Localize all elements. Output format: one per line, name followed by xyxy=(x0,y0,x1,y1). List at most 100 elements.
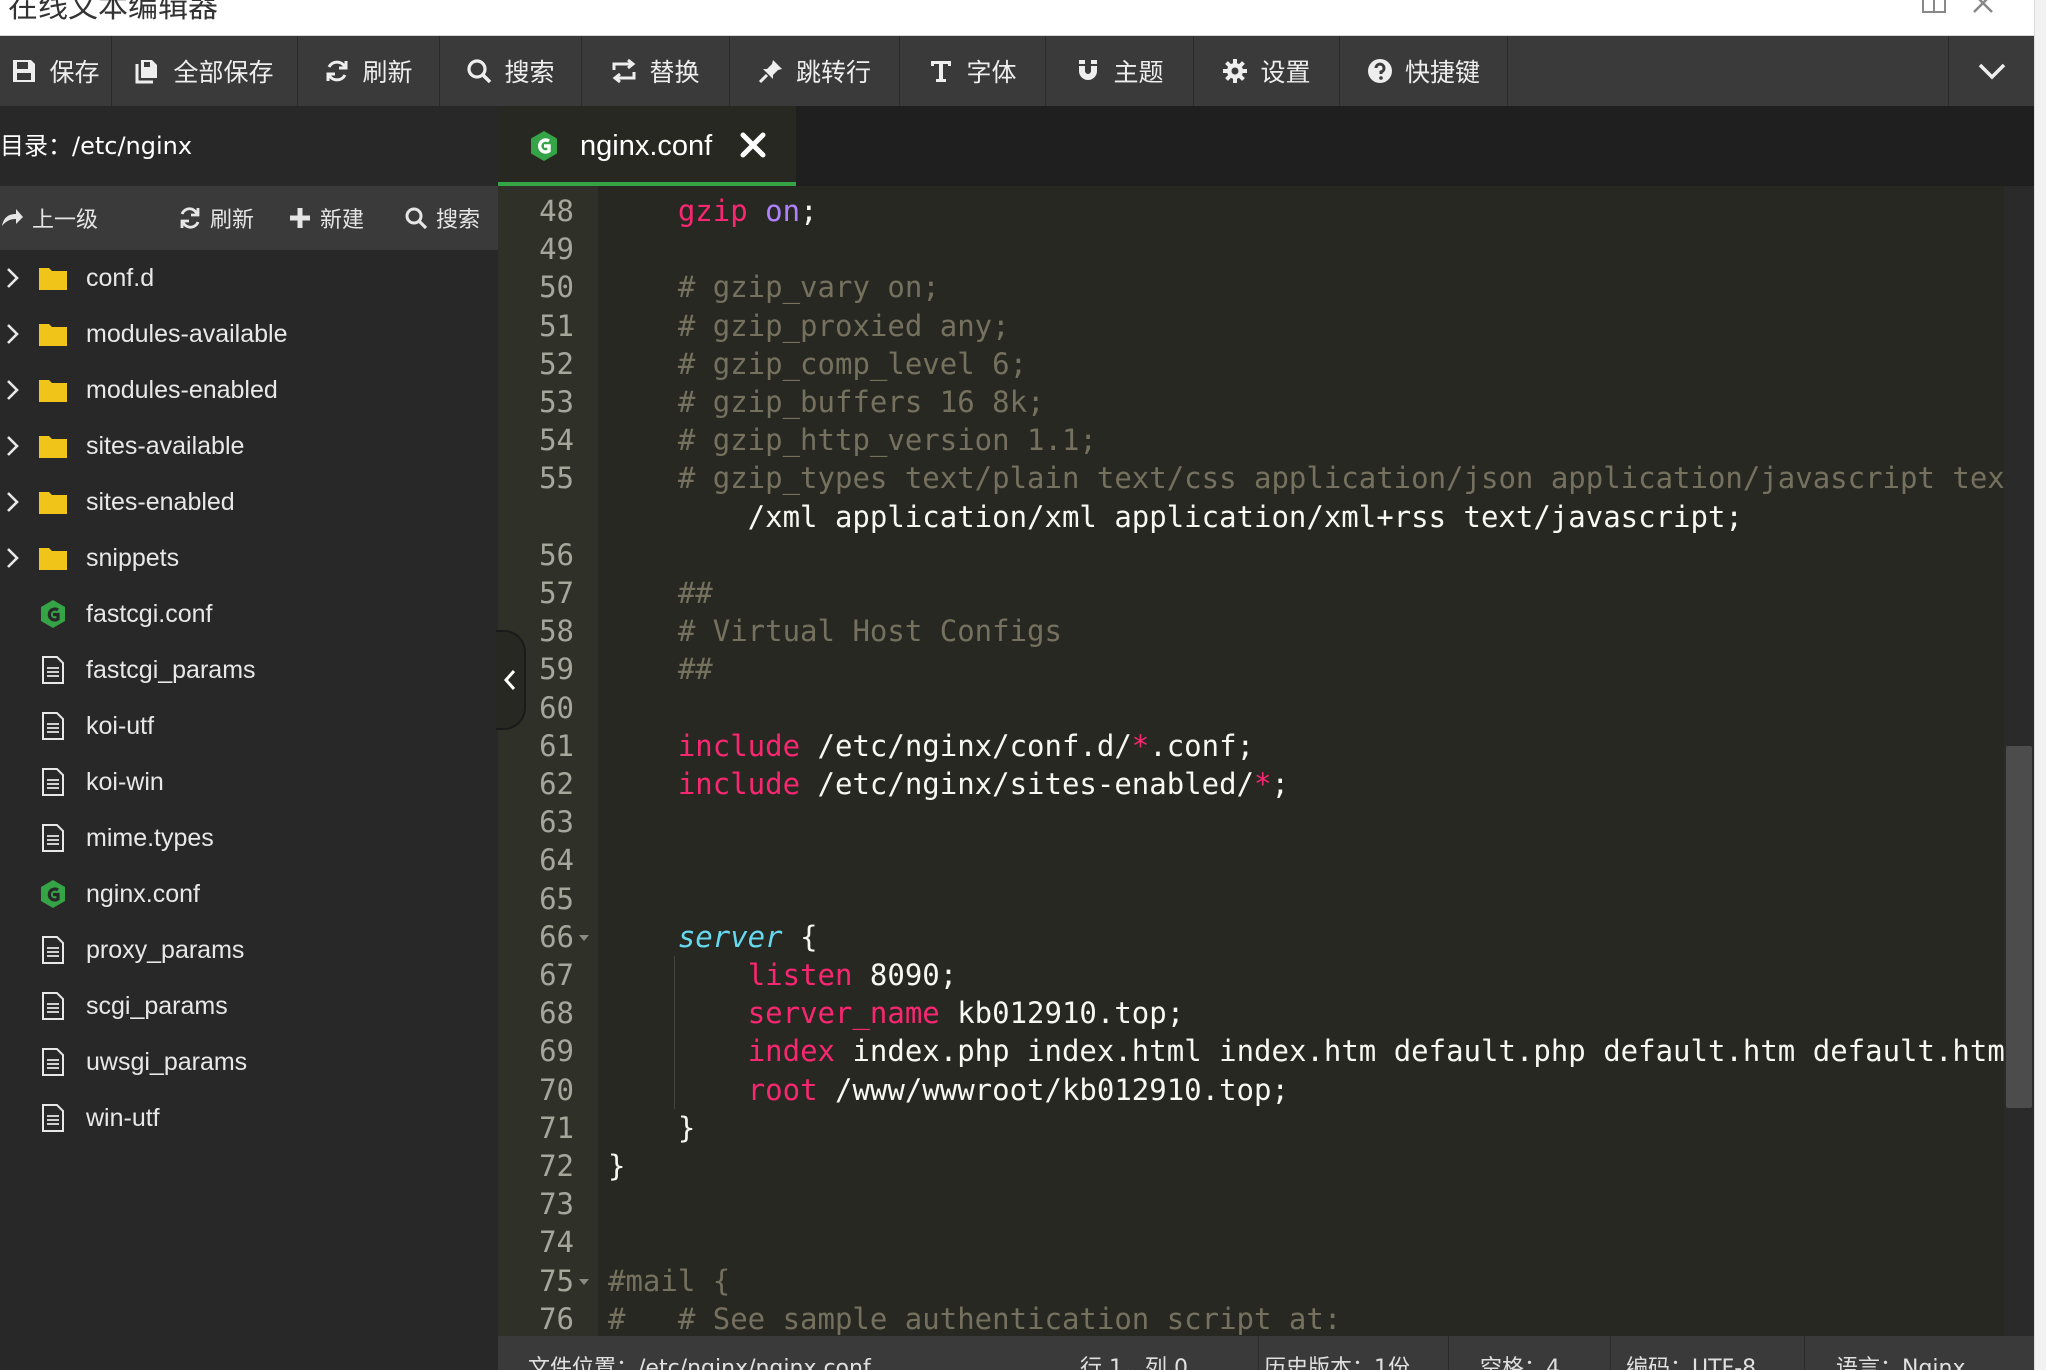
directory-path: 目录：/etc/nginx xyxy=(0,132,193,160)
font-button[interactable]: 字体 xyxy=(900,36,1046,106)
code-line[interactable]: 75 #mail { xyxy=(498,1262,2004,1300)
chevron-right-icon[interactable] xyxy=(2,378,24,402)
code-line[interactable]: 61 include /etc/nginx/conf.d/*.conf; xyxy=(498,727,2004,765)
tab-nginx-conf[interactable]: nginx.conf xyxy=(498,106,796,186)
tree-item-label: proxy_params xyxy=(86,936,245,964)
code-line[interactable]: 49 xyxy=(498,230,2004,268)
line-number: 61 xyxy=(539,728,574,763)
tree-item-win-utf[interactable]: win-utf xyxy=(0,1090,498,1146)
code-line[interactable]: 55 # gzip_types text/plain text/css appl… xyxy=(498,459,2004,497)
code-line[interactable]: 50 # gzip_vary on; xyxy=(498,268,2004,306)
sidebar-refresh-button[interactable]: 刷新 xyxy=(178,186,254,250)
tree-item-fastcgi-params[interactable]: fastcgi_params xyxy=(0,642,498,698)
sidebar-actions: 上一级 刷新 新建 搜索 xyxy=(0,186,498,250)
goto-line-button[interactable]: 跳转行 xyxy=(730,36,900,106)
parent-dir-label: 上一级 xyxy=(32,208,99,233)
line-number: 74 xyxy=(539,1225,574,1260)
refresh-button[interactable]: 刷新 xyxy=(298,36,440,106)
code-line[interactable]: 62 include /etc/nginx/sites-enabled/*; xyxy=(498,765,2004,803)
tree-item-uwsgi-params[interactable]: uwsgi_params xyxy=(0,1034,498,1090)
code-line[interactable]: 68 server_name kb012910.top; xyxy=(498,994,2004,1032)
status-history[interactable]: 历史版本：1份 xyxy=(1264,1350,1410,1370)
sidebar-collapse-button[interactable] xyxy=(496,630,526,730)
search-button[interactable]: 搜索 xyxy=(440,36,582,106)
line-number: 63 xyxy=(539,805,574,840)
tree-item-mime-types[interactable]: mime.types xyxy=(0,810,498,866)
code-line[interactable]: 51 # gzip_proxied any; xyxy=(498,307,2004,345)
code-line[interactable]: 60 xyxy=(498,689,2004,727)
code-line[interactable]: 66 server { xyxy=(498,918,2004,956)
line-number: 57 xyxy=(539,576,574,610)
fold-arrow-icon[interactable] xyxy=(578,934,590,942)
theme-button[interactable]: 主题 xyxy=(1046,36,1194,106)
settings-button[interactable]: 设置 xyxy=(1194,36,1340,106)
code-line[interactable]: 57 ## xyxy=(498,574,2004,612)
tree-item-label: modules-available xyxy=(86,320,288,348)
chevron-right-icon[interactable] xyxy=(2,322,24,346)
indent-guide xyxy=(674,956,675,1109)
code-line[interactable]: 52 # gzip_comp_level 6; xyxy=(498,345,2004,383)
code-line[interactable]: /xml application/xml application/xml+rss… xyxy=(498,498,2004,536)
code-line[interactable]: 53 # gzip_buffers 16 8k; xyxy=(498,383,2004,421)
toolbar-more-button[interactable] xyxy=(1948,36,2034,106)
code-line[interactable]: 67 listen 8090; xyxy=(498,956,2004,994)
code-area[interactable]: 48 gzip on; 49 50 # gzip_vary on; 51 # gzip… xyxy=(498,186,2004,1336)
tree-item-modules-enabled[interactable]: modules-enabled xyxy=(0,362,498,418)
tree-item-conf-d[interactable]: conf.d xyxy=(0,250,498,306)
code-line[interactable]: 73 xyxy=(498,1185,2004,1223)
tree-item-koi-utf[interactable]: koi-utf xyxy=(0,698,498,754)
goto-line-label: 跳转行 xyxy=(795,58,871,87)
code-line[interactable]: 63 xyxy=(498,803,2004,841)
tree-item-snippets[interactable]: snippets xyxy=(0,530,498,586)
tree-item-nginx-conf[interactable]: nginx.conf xyxy=(0,866,498,922)
tree-item-proxy-params[interactable]: proxy_params xyxy=(0,922,498,978)
tree-item-koi-win[interactable]: koi-win xyxy=(0,754,498,810)
code-line[interactable]: 70 root /www/wwwroot/kb012910.top; xyxy=(498,1071,2004,1109)
chevron-right-icon[interactable] xyxy=(2,490,24,514)
code-line[interactable]: 74 xyxy=(498,1223,2004,1261)
tree-item-modules-available[interactable]: modules-available xyxy=(0,306,498,362)
scrollbar-thumb[interactable] xyxy=(2006,746,2032,1108)
theme-label: 主题 xyxy=(1113,58,1164,87)
chevron-right-icon[interactable] xyxy=(2,266,24,290)
code-line[interactable]: 72} xyxy=(498,1147,2004,1185)
code-line[interactable]: 65 xyxy=(498,880,2004,918)
tree-item-scgi-params[interactable]: scgi_params xyxy=(0,978,498,1034)
line-number: 62 xyxy=(539,767,574,801)
chevron-right-icon[interactable] xyxy=(2,434,24,458)
fold-arrow-icon[interactable] xyxy=(578,1278,590,1286)
replace-label: 替换 xyxy=(649,58,700,87)
replace-icon xyxy=(612,58,636,84)
status-encoding[interactable]: 编码：UTF-8 xyxy=(1626,1350,1756,1370)
code-line[interactable]: 48 gzip on; xyxy=(498,192,2004,230)
code-line[interactable]: 56 xyxy=(498,536,2004,574)
shortcuts-button[interactable]: 快捷键 xyxy=(1340,36,1508,106)
line-number: 50 xyxy=(539,270,574,305)
close-icon[interactable] xyxy=(738,130,768,160)
code-line[interactable]: 59 ## xyxy=(498,650,2004,688)
replace-button[interactable]: 替换 xyxy=(582,36,730,106)
code-line[interactable]: 54 # gzip_http_version 1.1; xyxy=(498,421,2004,459)
code-text: # # See sample authentication script at: xyxy=(608,1301,1342,1336)
tree-item-sites-enabled[interactable]: sites-enabled xyxy=(0,474,498,530)
tree-item-fastcgi-conf[interactable]: fastcgi.conf xyxy=(0,586,498,642)
chevron-right-icon[interactable] xyxy=(2,546,24,570)
status-language[interactable]: 语言：Nginx xyxy=(1836,1350,1966,1370)
save-all-button[interactable]: 全部保存 xyxy=(112,36,298,106)
code-line[interactable]: 58 # Virtual Host Configs xyxy=(498,612,2004,650)
sidebar-search-button[interactable]: 搜索 xyxy=(404,186,480,250)
settings-label: 设置 xyxy=(1260,58,1311,87)
code-line[interactable]: 69 index index.php index.html index.htm … xyxy=(498,1032,2004,1070)
status-tab-size[interactable]: 空格：4 xyxy=(1480,1350,1560,1370)
code-line[interactable]: 76 # # See sample authentication script a… xyxy=(498,1300,2004,1336)
close-window-icon[interactable] xyxy=(1968,0,1998,16)
code-line[interactable]: 71 } xyxy=(498,1109,2004,1147)
maximize-icon[interactable] xyxy=(1920,0,1950,16)
search-label: 搜索 xyxy=(504,58,555,87)
new-file-button[interactable]: 新建 xyxy=(288,186,364,250)
code-text: gzip on; xyxy=(677,194,818,228)
code-line[interactable]: 64 xyxy=(498,841,2004,879)
save-button[interactable]: 保存 xyxy=(0,36,112,106)
tree-item-sites-available[interactable]: sites-available xyxy=(0,418,498,474)
parent-dir-button[interactable]: 上一级 xyxy=(0,186,98,250)
